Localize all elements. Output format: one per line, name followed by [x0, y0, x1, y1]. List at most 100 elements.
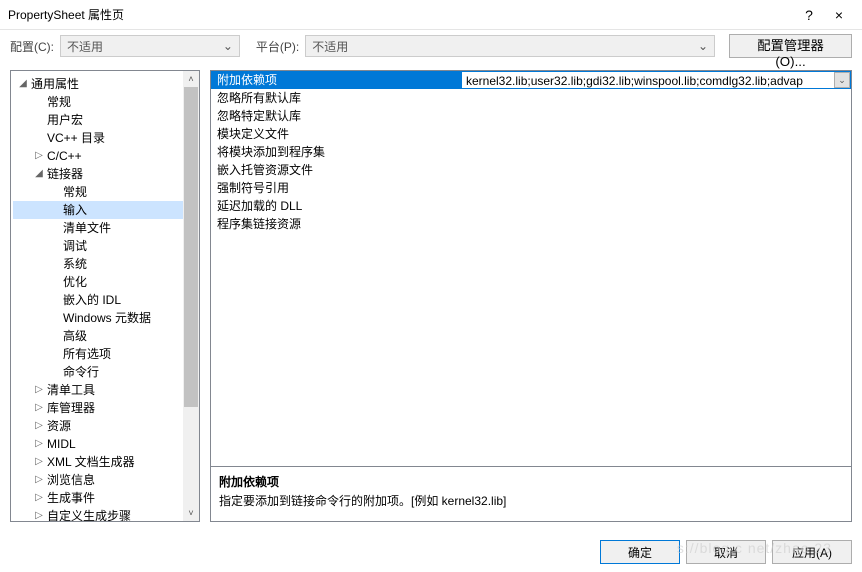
- tree-item[interactable]: VC++ 目录: [13, 129, 197, 147]
- property-value[interactable]: [461, 161, 851, 179]
- expander-icon[interactable]: ◢: [33, 165, 45, 183]
- tree-item[interactable]: ▷浏览信息: [13, 471, 197, 489]
- property-value[interactable]: [461, 179, 851, 197]
- platform-value: 不适用: [312, 38, 348, 55]
- tree-item-label: XML 文档生成器: [45, 453, 135, 471]
- config-manager-button[interactable]: 配置管理器(O)...: [729, 34, 852, 58]
- property-row[interactable]: 程序集链接资源: [211, 215, 851, 233]
- tree-item[interactable]: 命令行: [13, 363, 197, 381]
- property-row[interactable]: 嵌入托管资源文件: [211, 161, 851, 179]
- property-name: 忽略所有默认库: [211, 89, 461, 107]
- main-area: ◢通用属性常规用户宏VC++ 目录▷C/C++◢链接器常规输入清单文件调试系统优…: [0, 62, 862, 522]
- property-value[interactable]: kernel32.lib;user32.lib;gdi32.lib;winspo…: [461, 71, 851, 89]
- tree-item-label: 浏览信息: [45, 471, 95, 489]
- platform-label: 平台(P):: [256, 38, 299, 55]
- property-value[interactable]: [461, 197, 851, 215]
- property-value[interactable]: [461, 143, 851, 161]
- property-row[interactable]: 附加依赖项kernel32.lib;user32.lib;gdi32.lib;w…: [211, 71, 851, 89]
- tree-item-label: Windows 元数据: [61, 309, 151, 327]
- tree-item[interactable]: 高级: [13, 327, 197, 345]
- description-panel: 附加依赖项 指定要添加到链接命令行的附加项。[例如 kernel32.lib]: [210, 467, 852, 522]
- tree-item-label: 调试: [61, 237, 87, 255]
- ok-button[interactable]: 确定: [600, 540, 680, 564]
- tree-item-label: 通用属性: [29, 75, 79, 93]
- tree-item[interactable]: 常规: [13, 183, 197, 201]
- scroll-up-icon[interactable]: ˄: [183, 71, 199, 87]
- tree-item[interactable]: 所有选项: [13, 345, 197, 363]
- tree-item[interactable]: 系统: [13, 255, 197, 273]
- property-name: 强制符号引用: [211, 179, 461, 197]
- tree-item[interactable]: Windows 元数据: [13, 309, 197, 327]
- expander-icon[interactable]: ▷: [33, 507, 45, 521]
- property-name: 忽略特定默认库: [211, 107, 461, 125]
- property-value[interactable]: [461, 107, 851, 125]
- expander-icon[interactable]: ▷: [33, 453, 45, 471]
- property-row[interactable]: 将模块添加到程序集: [211, 143, 851, 161]
- tree-item-label: 输入: [61, 201, 87, 219]
- tree-item-label: 所有选项: [61, 345, 111, 363]
- tree-scrollbar[interactable]: ˄ ˅: [183, 71, 199, 521]
- tree-item[interactable]: 优化: [13, 273, 197, 291]
- property-value[interactable]: [461, 89, 851, 107]
- expander-icon[interactable]: ▷: [33, 399, 45, 417]
- expander-icon[interactable]: ▷: [33, 489, 45, 507]
- tree-item-label: 用户宏: [45, 111, 83, 129]
- tree-item[interactable]: ▷库管理器: [13, 399, 197, 417]
- property-row[interactable]: 强制符号引用: [211, 179, 851, 197]
- tree-item-label: 库管理器: [45, 399, 95, 417]
- tree-item[interactable]: ▷C/C++: [13, 147, 197, 165]
- dropdown-icon[interactable]: ⌄: [834, 72, 850, 88]
- expander-icon[interactable]: ▷: [33, 417, 45, 435]
- config-select[interactable]: 不适用 ⌄: [60, 35, 240, 57]
- tree-item[interactable]: 输入: [13, 201, 197, 219]
- tree-item[interactable]: ◢通用属性: [13, 75, 197, 93]
- expander-icon[interactable]: ▷: [33, 147, 45, 165]
- tree-item[interactable]: ▷清单工具: [13, 381, 197, 399]
- tree-item-label: MIDL: [45, 435, 76, 453]
- scroll-thumb[interactable]: [184, 87, 198, 407]
- tree-item-label: 常规: [61, 183, 87, 201]
- help-button[interactable]: ?: [794, 0, 824, 30]
- tree-item[interactable]: 常规: [13, 93, 197, 111]
- category-tree[interactable]: ◢通用属性常规用户宏VC++ 目录▷C/C++◢链接器常规输入清单文件调试系统优…: [11, 71, 199, 521]
- apply-button[interactable]: 应用(A): [772, 540, 852, 564]
- property-row[interactable]: 忽略特定默认库: [211, 107, 851, 125]
- property-grid[interactable]: 附加依赖项kernel32.lib;user32.lib;gdi32.lib;w…: [210, 70, 852, 467]
- tree-item-label: 资源: [45, 417, 71, 435]
- tree-item[interactable]: 用户宏: [13, 111, 197, 129]
- title-bar: PropertySheet 属性页 ? ×: [0, 0, 862, 30]
- tree-item-label: 清单工具: [45, 381, 95, 399]
- platform-select[interactable]: 不适用 ⌄: [305, 35, 715, 57]
- right-panel: 附加依赖项kernel32.lib;user32.lib;gdi32.lib;w…: [210, 70, 852, 522]
- tree-item[interactable]: 嵌入的 IDL: [13, 291, 197, 309]
- tree-item-label: 系统: [61, 255, 87, 273]
- expander-icon[interactable]: ▷: [33, 471, 45, 489]
- property-row[interactable]: 忽略所有默认库: [211, 89, 851, 107]
- tree-item[interactable]: ◢链接器: [13, 165, 197, 183]
- config-label: 配置(C):: [10, 38, 54, 55]
- tree-item-label: 命令行: [61, 363, 99, 381]
- property-name: 程序集链接资源: [211, 215, 461, 233]
- property-row[interactable]: 延迟加载的 DLL: [211, 197, 851, 215]
- chevron-down-icon: ⌄: [698, 39, 708, 53]
- description-title: 附加依赖项: [219, 473, 843, 490]
- tree-item[interactable]: 调试: [13, 237, 197, 255]
- expander-icon[interactable]: ◢: [17, 75, 29, 93]
- property-value[interactable]: [461, 125, 851, 143]
- property-name: 附加依赖项: [211, 71, 461, 89]
- tree-item-label: 自定义生成步骤: [45, 507, 131, 521]
- property-value[interactable]: [461, 215, 851, 233]
- tree-item[interactable]: 清单文件: [13, 219, 197, 237]
- cancel-button[interactable]: 取消: [686, 540, 766, 564]
- expander-icon[interactable]: ▷: [33, 435, 45, 453]
- dialog-footer: 确定 取消 应用(A): [600, 540, 852, 564]
- tree-item[interactable]: ▷生成事件: [13, 489, 197, 507]
- property-row[interactable]: 模块定义文件: [211, 125, 851, 143]
- tree-item[interactable]: ▷XML 文档生成器: [13, 453, 197, 471]
- tree-item[interactable]: ▷资源: [13, 417, 197, 435]
- scroll-down-icon[interactable]: ˅: [183, 505, 199, 521]
- expander-icon[interactable]: ▷: [33, 381, 45, 399]
- tree-item[interactable]: ▷自定义生成步骤: [13, 507, 197, 521]
- close-button[interactable]: ×: [824, 0, 854, 30]
- tree-item[interactable]: ▷MIDL: [13, 435, 197, 453]
